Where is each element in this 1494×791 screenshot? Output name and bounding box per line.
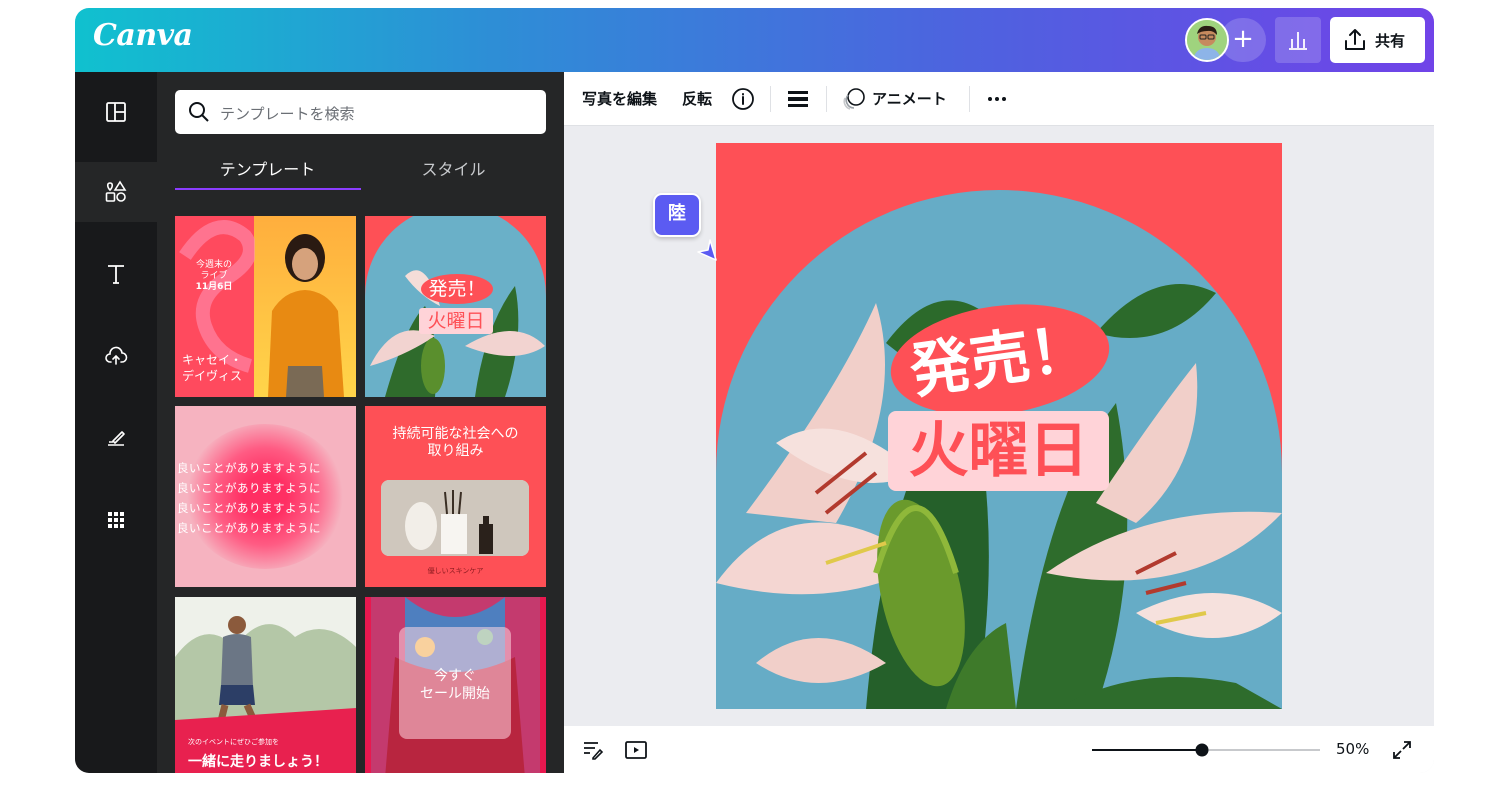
canva-app: Canva + 共有 テンプレートを検索 テンプレート スタイル 今週末の ライ… bbox=[75, 8, 1434, 773]
rail-uploads-button[interactable] bbox=[75, 326, 157, 386]
animate-icon bbox=[843, 88, 865, 110]
template-text: 良いことがありますように bbox=[177, 481, 321, 495]
active-tab-indicator bbox=[175, 188, 361, 190]
template-text: 優しいスキンケア bbox=[427, 567, 484, 575]
lily-photo bbox=[365, 216, 546, 397]
apps-icon bbox=[108, 512, 124, 528]
collaborator-cursor-label: 陸 bbox=[653, 193, 701, 237]
template-text: 発売！ bbox=[421, 274, 493, 304]
draw-icon bbox=[108, 431, 125, 446]
share-label: 共有 bbox=[1375, 32, 1406, 50]
search-icon bbox=[189, 102, 209, 122]
layout-icon bbox=[106, 102, 126, 122]
rail-text-button[interactable] bbox=[75, 244, 157, 304]
bar-chart-icon bbox=[1289, 32, 1307, 50]
toolbar-divider bbox=[969, 86, 970, 112]
side-rail bbox=[75, 72, 157, 773]
template-card[interactable]: 発売！ 火曜日 bbox=[365, 216, 546, 397]
tab-templates[interactable]: テンプレート bbox=[175, 156, 360, 180]
edit-photo-button[interactable]: 写真を編集 bbox=[582, 88, 657, 109]
template-text: キャセイ・ bbox=[182, 353, 243, 367]
bottom-bar: 50% bbox=[564, 726, 1434, 773]
search-placeholder: テンプレートを検索 bbox=[220, 105, 355, 123]
template-text: 次のイベントにぜひご参加を bbox=[188, 738, 279, 746]
context-toolbar: 写真を編集 反転 アニメート bbox=[564, 72, 1434, 126]
template-text: 今すぐ bbox=[434, 668, 476, 684]
template-card[interactable]: 次のイベントにぜひご参加を 一緒に走りましょう！ bbox=[175, 597, 356, 773]
flip-button[interactable]: 反転 bbox=[682, 88, 712, 109]
text-icon bbox=[108, 265, 124, 284]
template-text: セール開始 bbox=[420, 686, 490, 702]
toolbar-divider bbox=[826, 86, 827, 112]
present-icon[interactable] bbox=[624, 738, 648, 762]
rail-elements-button[interactable] bbox=[75, 162, 157, 222]
template-text: 11月6日 bbox=[195, 282, 233, 292]
template-text: ライブ bbox=[200, 271, 228, 281]
template-text: 良いことがありますように bbox=[177, 461, 321, 475]
tab-styles[interactable]: スタイル bbox=[361, 156, 546, 180]
info-icon[interactable] bbox=[731, 87, 755, 111]
upload-icon bbox=[105, 346, 128, 365]
product-illustration bbox=[381, 480, 529, 556]
notes-icon[interactable] bbox=[581, 738, 605, 762]
user-photo bbox=[1187, 20, 1227, 60]
template-card[interactable]: 今週末の ライブ 11月6日 キャセイ・ デイヴィス bbox=[175, 216, 356, 397]
template-card[interactable]: 今すぐ セール開始 bbox=[365, 597, 546, 773]
template-card[interactable]: 持続可能な社会への 取り組み 優しいスキンケア bbox=[365, 406, 546, 587]
collaborator-cursor-icon bbox=[697, 239, 717, 261]
fullscreen-icon[interactable] bbox=[1390, 738, 1414, 762]
skincare-photo bbox=[381, 480, 529, 556]
template-card[interactable]: 良いことがありますように 良いことがありますように 良いことがありますように 良… bbox=[175, 406, 356, 587]
template-text: 持続可能な社会への bbox=[392, 426, 519, 442]
top-bar: Canva + 共有 bbox=[75, 8, 1434, 72]
share-button[interactable]: 共有 bbox=[1330, 17, 1425, 63]
template-text: 一緒に走りましょう！ bbox=[188, 754, 328, 770]
template-text: 良いことがありますように bbox=[177, 501, 321, 515]
zoom-level[interactable]: 50% bbox=[1336, 740, 1369, 758]
rail-design-button[interactable] bbox=[75, 82, 157, 142]
more-options-icon[interactable] bbox=[985, 87, 1009, 111]
insights-button[interactable] bbox=[1275, 17, 1321, 63]
subheadline-text[interactable]: 火曜日 bbox=[888, 411, 1109, 491]
zoom-slider-graphic bbox=[1092, 743, 1320, 757]
share-icon bbox=[1345, 29, 1365, 50]
search-input[interactable]: テンプレートを検索 bbox=[175, 90, 546, 134]
template-text: 取り組み bbox=[427, 443, 484, 459]
template-text: 良いことがありますように bbox=[177, 521, 321, 535]
canvas-area: 発売！ 火曜日 陸 bbox=[564, 126, 1434, 726]
template-text: 今週末の bbox=[195, 260, 232, 270]
position-icon[interactable] bbox=[786, 87, 810, 111]
elements-icon bbox=[105, 180, 127, 202]
canva-logo[interactable]: Canva bbox=[93, 18, 193, 53]
person-photo bbox=[268, 234, 344, 397]
animate-button[interactable]: アニメート bbox=[872, 88, 947, 109]
templates-panel: テンプレートを検索 テンプレート スタイル 今週末の ライブ 11月6日 キャセ… bbox=[157, 72, 564, 773]
toolbar-divider bbox=[770, 86, 771, 112]
rail-apps-button[interactable] bbox=[75, 490, 157, 550]
template-text: 火曜日 bbox=[419, 308, 493, 334]
rail-draw-button[interactable] bbox=[75, 408, 157, 468]
zoom-slider[interactable] bbox=[1092, 726, 1320, 773]
design-page[interactable]: 発売！ 火曜日 bbox=[716, 143, 1282, 709]
template-text: デイヴィス bbox=[182, 369, 243, 383]
avatar[interactable] bbox=[1185, 18, 1229, 62]
